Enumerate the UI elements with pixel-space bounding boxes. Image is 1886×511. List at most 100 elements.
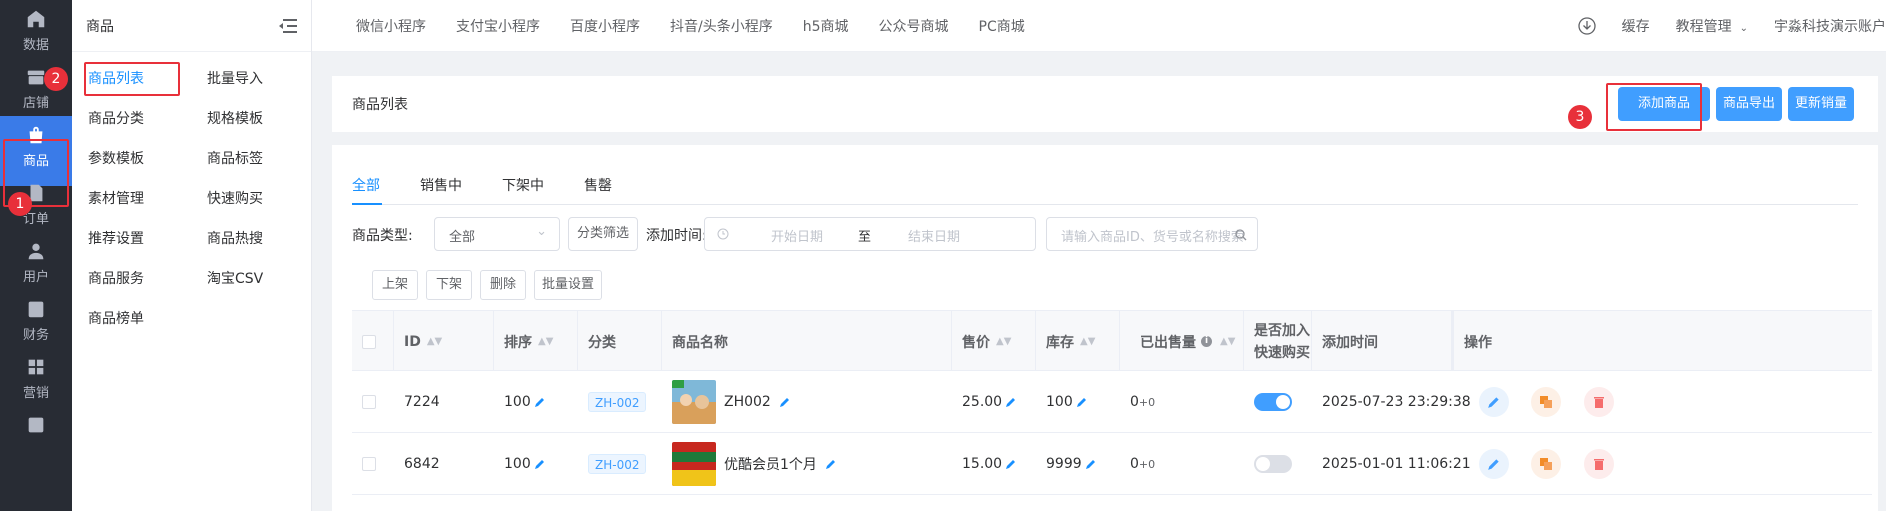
- sold-value: 0: [1130, 394, 1139, 410]
- col-stock[interactable]: 库存 ▲▼: [1036, 311, 1120, 372]
- delete-row-button[interactable]: [1584, 449, 1614, 479]
- tab-official-account-mall[interactable]: 公众号商城: [879, 16, 949, 36]
- cell-stock[interactable]: 100: [1036, 371, 1088, 433]
- rail-item-more[interactable]: [0, 406, 72, 476]
- submenu-item-batch-import[interactable]: 批量导入: [207, 68, 263, 88]
- col-id[interactable]: ID ▲▼: [394, 311, 494, 372]
- edit-pencil-icon[interactable]: [779, 396, 791, 408]
- status-tabs: 全部 销售中 下架中 售罄: [352, 175, 1858, 205]
- tutorial-label: 教程管理: [1675, 19, 1732, 35]
- tab-baidu-miniapp[interactable]: 百度小程序: [570, 16, 640, 36]
- delete-button[interactable]: 删除: [480, 270, 526, 300]
- tab-pc-mall[interactable]: PC商城: [979, 16, 1025, 36]
- price-value: 15.00: [962, 456, 1003, 472]
- row-checkbox[interactable]: [362, 395, 376, 409]
- edit-pencil-icon[interactable]: [534, 458, 546, 470]
- cell-quick-buy: [1244, 371, 1292, 433]
- row-checkbox[interactable]: [362, 457, 376, 471]
- download-icon[interactable]: [1577, 17, 1596, 35]
- cell-price[interactable]: 15.00: [952, 433, 1017, 495]
- col-sold[interactable]: 已出售量 i ▲▼: [1120, 311, 1244, 372]
- cell-stock[interactable]: 9999: [1036, 433, 1097, 495]
- clock-icon: [717, 228, 729, 240]
- batch-settings-button[interactable]: 批量设置: [534, 270, 602, 300]
- step-badge-2: 2: [44, 67, 68, 91]
- tab-all[interactable]: 全部: [352, 175, 380, 195]
- add-time-label: 添加时间:: [646, 228, 707, 244]
- edit-pencil-icon[interactable]: [825, 458, 837, 470]
- highlight-box-add-goods: [1606, 83, 1702, 131]
- tab-h5-mall[interactable]: h5商城: [803, 16, 849, 36]
- edit-button[interactable]: [1479, 449, 1509, 479]
- quick-buy-toggle[interactable]: [1254, 393, 1292, 411]
- submenu-item-ranking[interactable]: 商品榜单: [88, 308, 144, 328]
- copy-button[interactable]: [1531, 387, 1561, 417]
- submenu-item-category[interactable]: 商品分类: [88, 108, 144, 128]
- edit-pencil-icon[interactable]: [534, 396, 546, 408]
- submenu-item-material[interactable]: 素材管理: [88, 188, 144, 208]
- submenu-item-taobao-csv[interactable]: 淘宝CSV: [207, 268, 263, 288]
- search-icon[interactable]: [1235, 229, 1247, 241]
- category-tag: ZH-002: [588, 454, 647, 474]
- select-all-checkbox[interactable]: [362, 334, 376, 349]
- submenu-item-recommend[interactable]: 推荐设置: [88, 228, 144, 248]
- product-thumbnail[interactable]: [672, 380, 716, 424]
- rail-label: 数据: [22, 38, 49, 53]
- submenu-header: 商品: [72, 0, 311, 52]
- quick-buy-toggle[interactable]: [1254, 455, 1292, 473]
- copy-button[interactable]: [1531, 449, 1561, 479]
- tutorial-menu[interactable]: 教程管理 ⌄: [1676, 16, 1748, 36]
- update-sales-button[interactable]: 更新销量: [1788, 87, 1854, 121]
- unshelve-button[interactable]: 下架: [426, 270, 472, 300]
- search-input[interactable]: 请输入商品ID、货号或名称搜索: [1046, 217, 1258, 251]
- edit-pencil-icon[interactable]: [1085, 458, 1097, 470]
- info-icon[interactable]: i: [1201, 336, 1212, 347]
- goods-type-select[interactable]: 全部 ⌄: [434, 217, 560, 251]
- tab-off-shelf[interactable]: 下架中: [502, 175, 544, 195]
- cell-sort[interactable]: 100: [494, 371, 546, 433]
- date-range-picker[interactable]: 开始日期 至 结束日期: [704, 217, 1036, 251]
- end-date-input[interactable]: 结束日期: [908, 226, 960, 245]
- submenu-item-hot-search[interactable]: 商品热搜: [207, 228, 263, 248]
- submenu-item-spec-template[interactable]: 规格模板: [207, 108, 263, 128]
- tab-on-sale[interactable]: 销售中: [420, 175, 462, 195]
- submenu-title: 商品: [86, 18, 114, 35]
- submenu-item-quick-buy[interactable]: 快速购买: [207, 188, 263, 208]
- submenu-item-service[interactable]: 商品服务: [88, 268, 144, 288]
- edit-button[interactable]: [1479, 387, 1509, 417]
- submenu-item-tags[interactable]: 商品标签: [207, 148, 263, 168]
- start-date-input[interactable]: 开始日期: [771, 226, 823, 245]
- tab-sold-out[interactable]: 售罄: [584, 175, 612, 195]
- delete-row-button[interactable]: [1584, 387, 1614, 417]
- tab-douyin-miniapp[interactable]: 抖音/头条小程序: [670, 16, 773, 36]
- cell-name: ZH002: [662, 371, 952, 433]
- col-sort[interactable]: 排序 ▲▼: [494, 311, 578, 372]
- home-icon: [27, 10, 45, 28]
- edit-pencil-icon[interactable]: [1076, 396, 1088, 408]
- trash-icon: [1594, 459, 1604, 470]
- rail-label: 财务: [22, 328, 49, 343]
- cache-button[interactable]: 缓存: [1622, 16, 1650, 36]
- finance-icon: [28, 301, 44, 318]
- tab-alipay-miniapp[interactable]: 支付宝小程序: [456, 16, 540, 36]
- sort-value: 100: [504, 394, 531, 410]
- category-filter-button[interactable]: 分类筛选: [568, 217, 638, 251]
- product-name[interactable]: 优酷会员1个月: [724, 454, 817, 474]
- export-goods-button[interactable]: 商品导出: [1716, 87, 1782, 121]
- sort-icon: ▲▼: [1080, 336, 1096, 347]
- edit-pencil-icon[interactable]: [1005, 396, 1017, 408]
- cell-sort[interactable]: 100: [494, 433, 546, 495]
- col-price[interactable]: 售价 ▲▼: [952, 311, 1036, 372]
- cell-price[interactable]: 25.00: [952, 371, 1017, 433]
- rail-label: 营销: [22, 386, 49, 401]
- grid-icon: [28, 359, 44, 375]
- product-name[interactable]: ZH002: [724, 394, 771, 410]
- cell-id: 6842: [404, 456, 440, 472]
- edit-pencil-icon[interactable]: [1005, 458, 1017, 470]
- shelve-button[interactable]: 上架: [372, 270, 418, 300]
- account-name[interactable]: 宇淼科技演示账户: [1774, 16, 1886, 36]
- submenu-item-param-template[interactable]: 参数模板: [88, 148, 144, 168]
- collapse-menu-icon[interactable]: [279, 18, 297, 34]
- tab-wechat-miniapp[interactable]: 微信小程序: [356, 16, 426, 36]
- product-thumbnail[interactable]: [672, 442, 716, 486]
